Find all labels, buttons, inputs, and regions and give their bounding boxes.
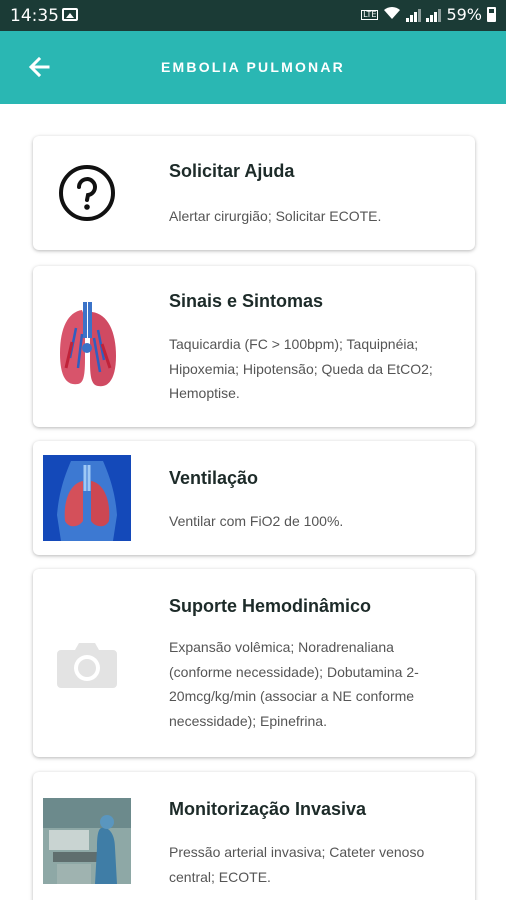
wifi-icon [383,6,401,24]
page-title: EMBOLIA PULMONAR [160,59,345,75]
card-title: Sinais e Sintomas [169,291,324,311]
card-solicitar-ajuda[interactable]: Solicitar Ajuda Alertar cirurgião; Solic… [33,136,475,250]
lungs-illustration [43,296,131,396]
card-suporte-hemodinamico[interactable]: Suporte Hemodinâmico Expansão volêmica; … [33,569,475,757]
status-bar: 14:35 LTE 59% [0,0,506,31]
card-title: Solicitar Ajuda [169,161,295,181]
card-title: Monitorização Invasiva [169,799,367,819]
card-description: Expansão volêmica; Noradrenaliana (confo… [169,639,419,729]
signal-icon-2 [426,8,442,22]
gallery-notification-icon [62,8,78,21]
chest-xray-image [43,454,131,542]
status-indicators: LTE 59% [361,5,496,24]
card-sinais-e-sintomas[interactable]: Sinais e Sintomas Taquicardia (FC > 100b… [33,266,475,427]
battery-icon [487,7,496,22]
card-monitorizacao-invasiva[interactable]: Monitorização Invasiva Pressão arterial … [33,772,475,900]
status-time: 14:35 [10,6,59,26]
card-ventilacao[interactable]: Ventilação Ventilar com FiO2 de 100%. [33,441,475,555]
card-description: Ventilar com FiO2 de 100%. [169,513,344,529]
card-title: Ventilação [169,468,259,488]
card-description: Alertar cirurgião; Solicitar ECOTE. [169,208,382,224]
operating-room-image [43,797,131,885]
help-circle-icon [43,156,131,230]
card-title: Suporte Hemodinâmico [169,596,372,616]
card-description: Taquicardia (FC > 100bpm); Taquipnéia; H… [169,336,433,401]
card-description: Pressão arterial invasiva; Cateter venos… [169,844,425,885]
signal-icon-1 [406,8,422,22]
camera-placeholder-icon [43,629,131,699]
battery-percent: 59% [446,5,482,24]
lte-icon: LTE [361,9,379,20]
app-bar: EMBOLIA PULMONAR [0,31,506,104]
protocol-list: Solicitar Ajuda Alertar cirurgião; Solic… [0,104,506,900]
